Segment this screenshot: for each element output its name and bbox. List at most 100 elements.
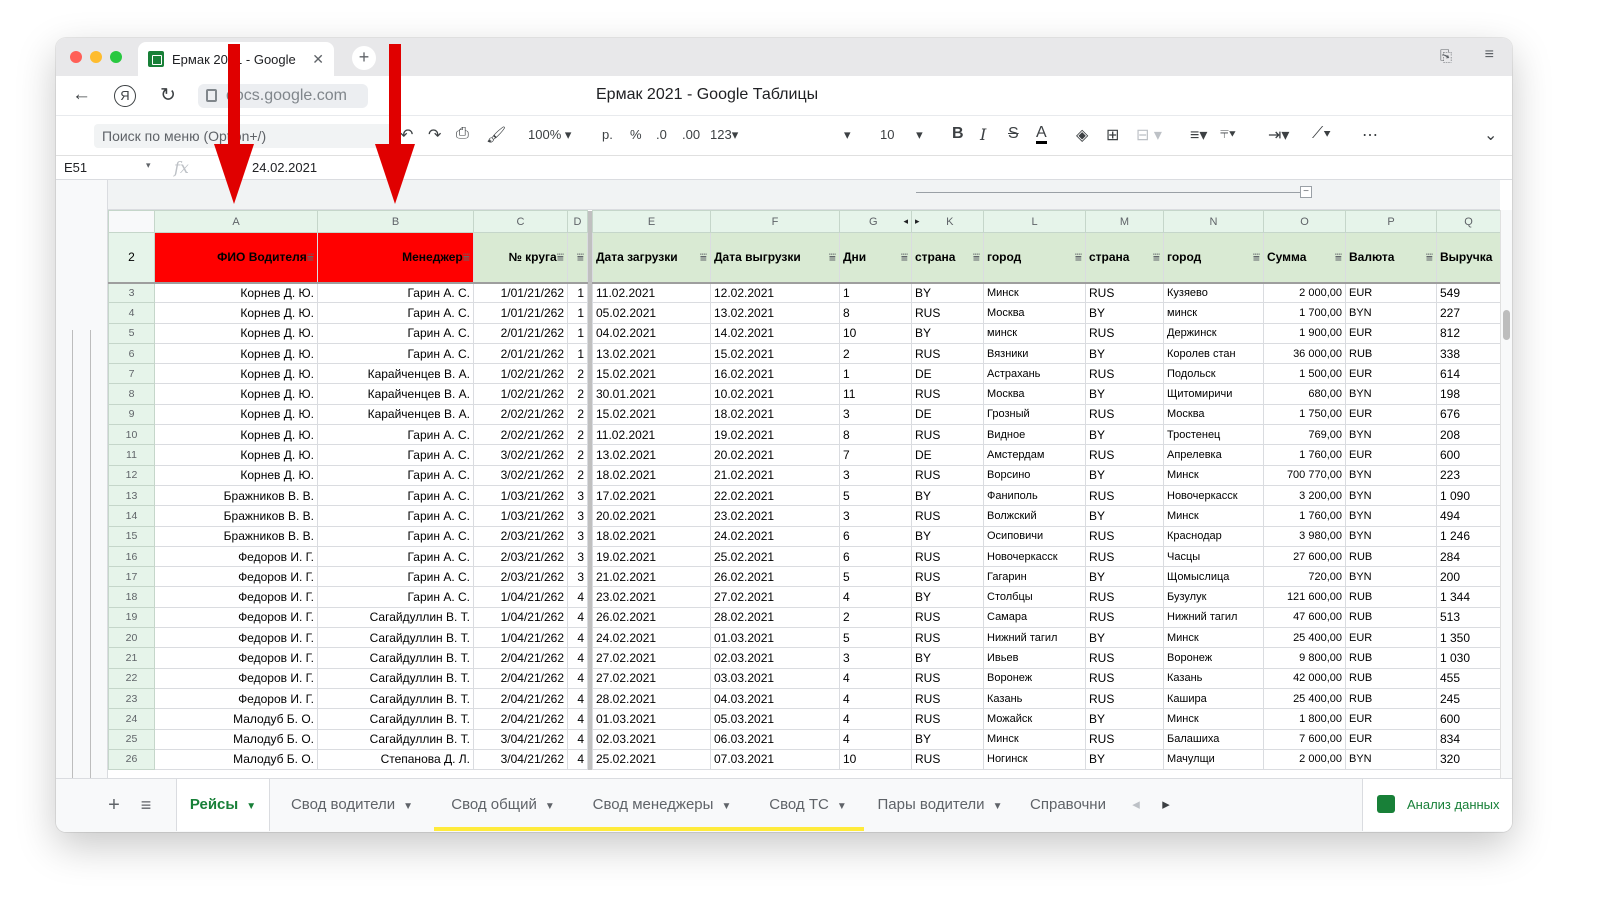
- cell-round-number[interactable]: 3: [567, 566, 588, 588]
- cell-manager[interactable]: Гарин А. С.: [317, 566, 474, 588]
- column-header-l[interactable]: L: [983, 210, 1086, 233]
- tab-reisy[interactable]: Рейсы ▼: [176, 779, 270, 831]
- header-cell-load-date[interactable]: Дата загрузки ⩸: [592, 232, 711, 284]
- filter-icon[interactable]: ⩸: [463, 250, 470, 265]
- text-rotation-icon[interactable]: ⟋▾: [1312, 125, 1331, 143]
- cell-round-number[interactable]: 4: [567, 667, 588, 689]
- cell-driver[interactable]: Федоров И. Г.: [154, 566, 318, 588]
- column-header-b[interactable]: B: [317, 210, 474, 233]
- cell-round[interactable]: 2/02/21/262: [473, 424, 568, 446]
- cell-currency[interactable]: EUR: [1345, 627, 1437, 649]
- cell-city-to[interactable]: Мачулщи: [1163, 748, 1264, 771]
- cell-round-number[interactable]: 3: [567, 545, 588, 568]
- cell-country-to[interactable]: RUS: [1085, 606, 1164, 629]
- cell-sum[interactable]: 1 700,00: [1263, 302, 1346, 324]
- cell-city-from[interactable]: Воронеж: [983, 667, 1086, 689]
- cell-country-from[interactable]: BY: [911, 728, 984, 750]
- cell-days[interactable]: 4: [839, 586, 912, 608]
- cell-round-number[interactable]: 4: [567, 627, 588, 649]
- cell-driver[interactable]: Федоров И. Г.: [154, 647, 318, 669]
- row-number[interactable]: 26: [108, 748, 155, 771]
- cell-city-from[interactable]: Столбцы: [983, 586, 1086, 608]
- collapse-group-button[interactable]: −: [1300, 186, 1312, 198]
- cell-city-to[interactable]: Бузулук: [1163, 586, 1264, 608]
- row-number[interactable]: 3: [108, 281, 155, 304]
- row-number[interactable]: 22: [108, 667, 155, 689]
- cell-city-from[interactable]: Волжский: [983, 505, 1086, 527]
- cell-unload-date[interactable]: 03.03.2021: [710, 667, 840, 689]
- cell-currency[interactable]: EUR: [1345, 403, 1437, 426]
- filter-icon[interactable]: ⩸: [577, 250, 584, 265]
- cell-city-from[interactable]: Астрахань: [983, 363, 1086, 385]
- cell-unload-date[interactable]: 28.02.2021: [710, 606, 840, 629]
- cell-round[interactable]: 3/04/21/262: [473, 728, 568, 750]
- cell-city-to[interactable]: Минск: [1163, 505, 1264, 527]
- cell-driver[interactable]: Федоров И. Г.: [154, 606, 318, 629]
- cell-city-to[interactable]: Минск: [1163, 708, 1264, 730]
- cell-days[interactable]: 4: [839, 728, 912, 750]
- cell-country-to[interactable]: RUS: [1085, 525, 1164, 547]
- minimize-window-button[interactable]: [90, 51, 102, 63]
- header-cell-currency[interactable]: Валюта ⩸: [1345, 232, 1437, 284]
- column-header-g[interactable]: G ◂: [839, 210, 912, 233]
- cell-city-to[interactable]: Апрелевка: [1163, 444, 1264, 466]
- cell-country-from[interactable]: BY: [911, 525, 984, 547]
- column-header-o[interactable]: O: [1263, 210, 1346, 233]
- cell-days[interactable]: 3: [839, 647, 912, 669]
- cell-unload-date[interactable]: 22.02.2021: [710, 484, 840, 507]
- cell-round-number[interactable]: 4: [567, 728, 588, 750]
- cell-manager[interactable]: Карайченцев В. А.: [317, 363, 474, 385]
- cell-city-from[interactable]: Гагарин: [983, 566, 1086, 588]
- cell-revenue[interactable]: 494: [1436, 505, 1501, 527]
- cell-sum[interactable]: 1 750,00: [1263, 403, 1346, 426]
- cell-load-date[interactable]: 25.02.2021: [592, 748, 711, 771]
- yandex-icon[interactable]: Я: [114, 85, 136, 107]
- cell-revenue[interactable]: 1 344: [1436, 586, 1501, 608]
- row-number[interactable]: 11: [108, 444, 155, 466]
- cell-round[interactable]: 1/01/21/262: [473, 302, 568, 324]
- cell-country-to[interactable]: RUS: [1085, 586, 1164, 608]
- cell-round-number[interactable]: 2: [567, 444, 588, 466]
- cell-country-to[interactable]: BY: [1085, 424, 1164, 446]
- row-number[interactable]: 23: [108, 687, 155, 710]
- cell-days[interactable]: 7: [839, 444, 912, 466]
- column-header-a[interactable]: A: [154, 210, 318, 233]
- cell-round[interactable]: 2/02/21/262: [473, 403, 568, 426]
- cell-city-from[interactable]: Видное: [983, 424, 1086, 446]
- cell-city-to[interactable]: Часцы: [1163, 545, 1264, 568]
- cell-round-number[interactable]: 3: [567, 525, 588, 547]
- bookmark-icon[interactable]: ⎘: [1440, 48, 1452, 65]
- cell-country-to[interactable]: RUS: [1085, 444, 1164, 466]
- cell-manager[interactable]: Сагайдуллин В. Т.: [317, 728, 474, 750]
- cell-manager[interactable]: Степанова Д. Л.: [317, 748, 474, 771]
- cell-country-from[interactable]: RUS: [911, 383, 984, 405]
- tab-svod-obshchiy[interactable]: Свод общий ▼: [434, 779, 572, 831]
- row-number[interactable]: 14: [108, 505, 155, 527]
- cell-currency[interactable]: RUB: [1345, 545, 1437, 568]
- cell-days[interactable]: 10: [839, 322, 912, 344]
- cell-country-from[interactable]: BY: [911, 484, 984, 507]
- cell-sum[interactable]: 1 760,00: [1263, 505, 1346, 527]
- cell-sum[interactable]: 3 200,00: [1263, 484, 1346, 507]
- cell-manager[interactable]: Гарин А. С.: [317, 464, 474, 486]
- cell-manager[interactable]: Сагайдуллин В. Т.: [317, 606, 474, 629]
- select-all-corner[interactable]: [108, 210, 155, 233]
- cell-sum[interactable]: 36 000,00: [1263, 342, 1346, 365]
- cell-country-from[interactable]: RUS: [911, 424, 984, 446]
- cell-country-to[interactable]: RUS: [1085, 322, 1164, 344]
- cell-load-date[interactable]: 18.02.2021: [592, 525, 711, 547]
- cell-currency[interactable]: EUR: [1345, 444, 1437, 466]
- cell-city-to[interactable]: Краснодар: [1163, 525, 1264, 547]
- cell-round[interactable]: 1/03/21/262: [473, 505, 568, 527]
- row-number[interactable]: 19: [108, 606, 155, 629]
- vertical-align-icon[interactable]: ⫧▾: [1220, 125, 1236, 143]
- cell-country-from[interactable]: BY: [911, 647, 984, 669]
- cell-city-to[interactable]: Тростенец: [1163, 424, 1264, 446]
- cell-country-from[interactable]: BY: [911, 586, 984, 608]
- cell-driver[interactable]: Корнев Д. Ю.: [154, 424, 318, 446]
- cell-country-to[interactable]: RUS: [1085, 363, 1164, 385]
- header-cell-sum[interactable]: Сумма ⩸: [1263, 232, 1346, 284]
- cell-country-from[interactable]: RUS: [911, 667, 984, 689]
- cell-currency[interactable]: BYN: [1345, 302, 1437, 324]
- name-box[interactable]: E51 ▾: [64, 160, 154, 175]
